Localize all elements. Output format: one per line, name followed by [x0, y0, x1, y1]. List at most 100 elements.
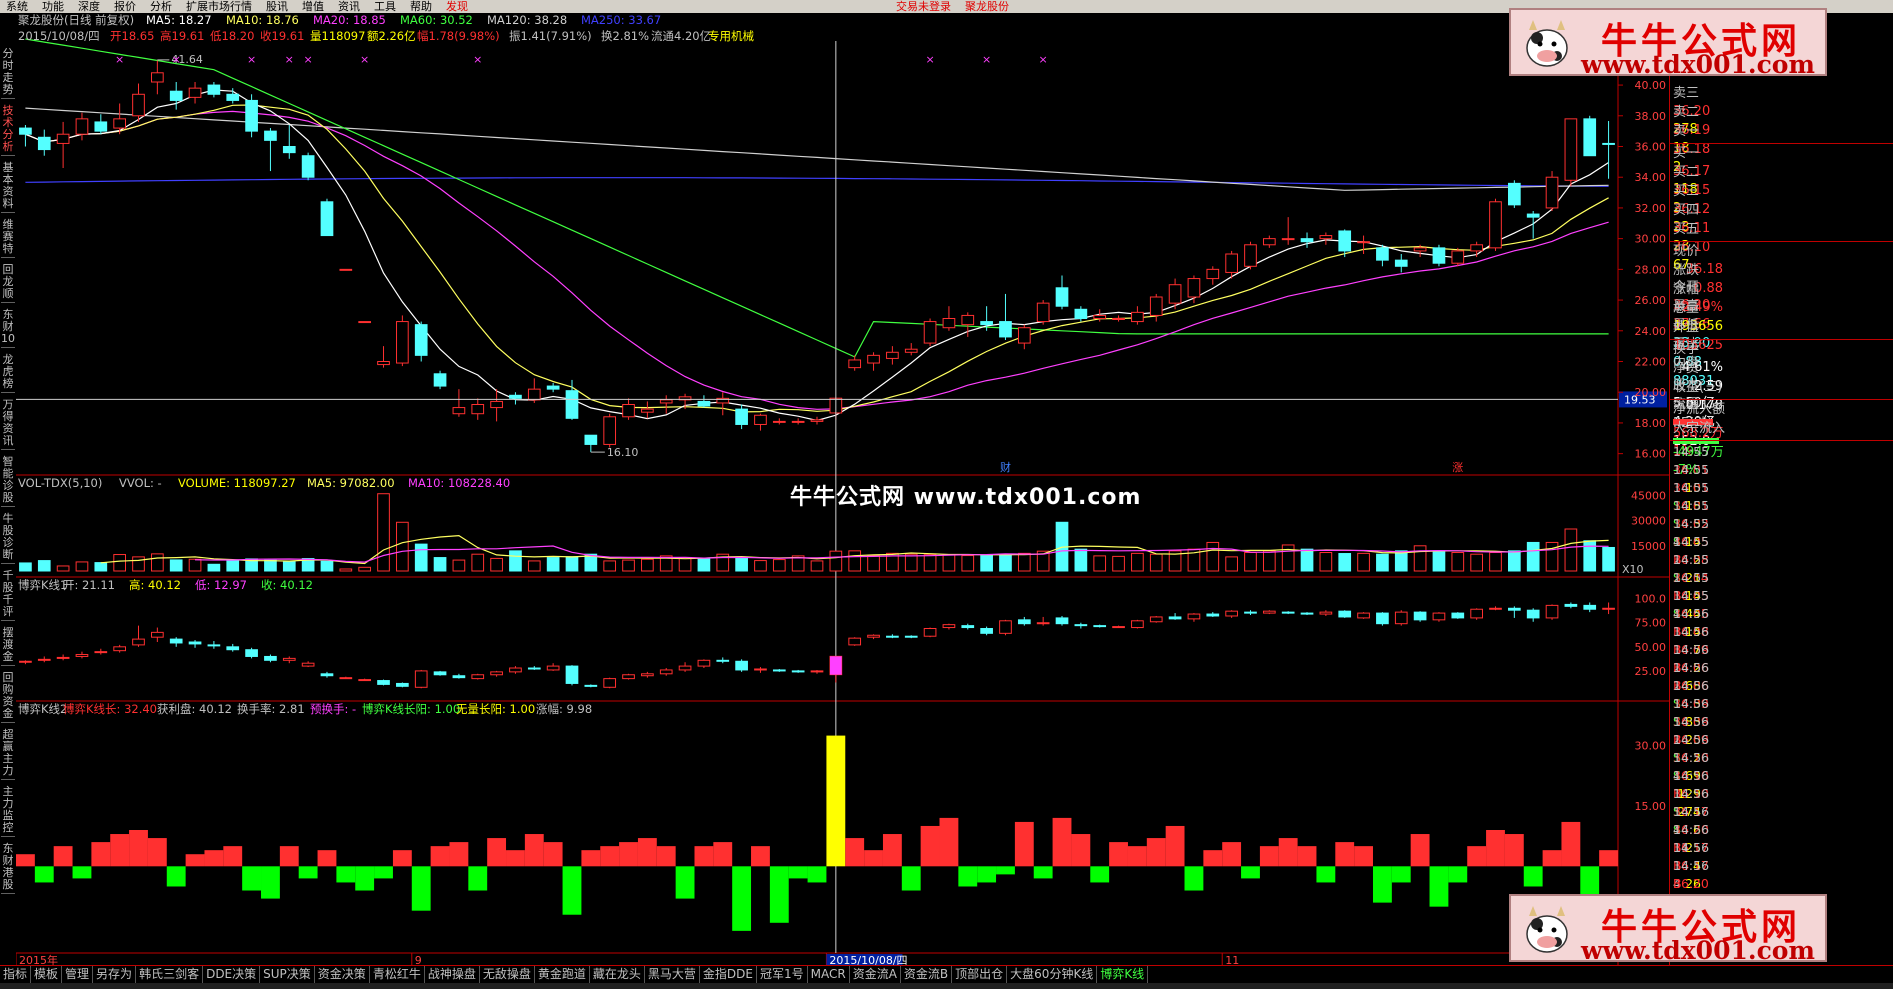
k2-bar: [769, 866, 789, 923]
bottom-tab[interactable]: 模板: [31, 966, 63, 983]
left-tab[interactable]: 摆渡金: [1, 627, 15, 666]
k2-bar: [336, 866, 356, 883]
candle-body: [1526, 213, 1540, 218]
left-tab[interactable]: 智能诊股: [1, 456, 15, 507]
k2-bar: [468, 866, 488, 891]
bar-info-label: 开18.65: [110, 29, 154, 43]
k2-legend-label: 涨幅: 9.98: [536, 702, 592, 716]
menu-item[interactable]: 工具: [374, 0, 396, 13]
menu-item[interactable]: 深度: [78, 0, 100, 13]
bid-row[interactable]: 买二 36.15 2: [1673, 164, 1891, 216]
tick-row: 14:56 36.09 83 B 5: [1673, 677, 1891, 765]
bottom-tab[interactable]: 大盘60分钟K线: [1007, 966, 1098, 983]
bottom-tab[interactable]: 黑马大营: [645, 966, 700, 983]
ask-row[interactable]: 卖三 36.20 278: [1673, 85, 1891, 137]
bottom-tab[interactable]: MACR: [808, 966, 850, 983]
candle-body: [1451, 612, 1465, 619]
left-tab[interactable]: 千股千评: [1, 570, 15, 621]
menu-item[interactable]: 资讯: [338, 0, 360, 13]
bottom-tab[interactable]: 资金流A: [850, 966, 901, 983]
tick-row: 14:55 36.05 2 S 1: [1673, 515, 1891, 603]
menu-item[interactable]: 系统: [6, 0, 28, 13]
menu-item[interactable]: 扩展市场行情: [186, 0, 252, 13]
candle-body: [1300, 612, 1314, 615]
left-tab[interactable]: 主力监控: [1, 786, 15, 837]
tick-time: 14:55: [1673, 570, 1710, 585]
left-tab[interactable]: 回购资金: [1, 672, 15, 723]
bottom-tab[interactable]: SUP决策: [260, 966, 315, 983]
candle-body: [1357, 241, 1370, 244]
bar-info-label: 低18.20: [210, 29, 254, 43]
candle-body: [1394, 611, 1408, 625]
bottom-tab[interactable]: 另存为: [93, 966, 137, 983]
bottom-tab[interactable]: 韩氏三剑客: [136, 966, 204, 983]
bid-row[interactable]: 买三 36.12 23: [1673, 183, 1891, 235]
menu-item[interactable]: 分析: [150, 0, 172, 13]
left-tab[interactable]: 分时走势: [1, 48, 15, 99]
bottom-tab[interactable]: 博弈K线: [1097, 966, 1149, 983]
bottom-tab[interactable]: 黄金跑道: [535, 966, 590, 983]
left-tab[interactable]: 基本资料: [1, 162, 15, 213]
bottom-tab[interactable]: 战神操盘: [425, 966, 480, 983]
menu-item[interactable]: 发现: [446, 0, 468, 13]
left-tab[interactable]: 牛股诊断: [1, 513, 15, 564]
bid-row[interactable]: 买四 36.11 23: [1673, 202, 1891, 254]
tick-time: 14:56: [1673, 606, 1710, 621]
bottom-tab[interactable]: 冠军1号: [757, 966, 808, 983]
left-tab[interactable]: 回龙顺: [1, 264, 15, 303]
bottom-tab[interactable]: 管理: [62, 966, 94, 983]
candle-body: [1149, 616, 1163, 623]
bottom-tab[interactable]: 青松红牛: [370, 966, 425, 983]
bottom-tab[interactable]: 资金决策: [315, 966, 370, 983]
bottom-tab[interactable]: 无敌操盘: [480, 966, 535, 983]
bottom-tab[interactable]: 资金流B: [901, 966, 953, 983]
center-watermark: 牛牛公式网 www.tdx001.com: [790, 485, 1142, 510]
left-tab[interactable]: 超赢主力: [1, 729, 15, 780]
k2-legend-label: 预换手: -: [310, 702, 356, 716]
bid-row[interactable]: 买五 36.10 67: [1673, 221, 1891, 273]
volume-legend-label: MA5: 97082.00: [307, 476, 395, 490]
k2-legend-label: 换手率: 2.81: [237, 702, 305, 716]
menu-item[interactable]: 帮助: [410, 0, 432, 13]
candle-body: [151, 631, 164, 638]
bottom-tab[interactable]: DDE决策: [203, 966, 261, 983]
bid-row[interactable]: 买一 36.17 118: [1673, 145, 1891, 197]
candle-body: [433, 373, 447, 387]
stat-row: 换手 4.61% 股本 5.50亿: [1673, 341, 1891, 411]
left-tab[interactable]: 龙虎榜: [1, 354, 15, 393]
candle-body: [1262, 238, 1276, 246]
candle-body: [1432, 247, 1446, 264]
menu-item[interactable]: 增值: [302, 0, 324, 13]
menu-item[interactable]: 股讯: [266, 0, 288, 13]
tick-row: 14:55 36.02 14 B 2: [1673, 497, 1891, 585]
k2-bar: [166, 866, 186, 887]
k2-bar: [845, 838, 865, 867]
bottom-tab[interactable]: 藏在龙头: [590, 966, 645, 983]
k2-bar: [1599, 850, 1618, 867]
candle-body: [659, 669, 673, 675]
left-tab[interactable]: 东财港股: [1, 843, 15, 894]
event-marker: ×: [115, 53, 124, 66]
candle-body: [546, 385, 560, 390]
bottom-tab[interactable]: 指标: [0, 966, 32, 983]
left-tab[interactable]: 东财10: [1, 309, 15, 348]
quote-label: 买四: [1673, 203, 1700, 218]
ask-row[interactable]: 卖二 36.19 18: [1673, 104, 1891, 156]
candle-body: [1489, 607, 1502, 610]
bottom-tab[interactable]: 金指DDE: [700, 966, 757, 983]
k2-bar: [72, 866, 92, 879]
ask-row[interactable]: 卖一 36.18 2: [1673, 123, 1891, 175]
left-tab[interactable]: 万得资讯: [1, 399, 15, 450]
left-tab[interactable]: 维赛特: [1, 219, 15, 258]
candle-body: [848, 637, 862, 646]
tick-row: 14:55 36.08 21 B 4: [1673, 533, 1891, 621]
candle-body: [867, 354, 880, 364]
menu-item[interactable]: 报价: [114, 0, 136, 13]
bottom-tab[interactable]: 顶部出仓: [952, 966, 1008, 983]
event-marker: ×: [925, 53, 934, 66]
left-tab[interactable]: 技术分析: [1, 105, 15, 156]
tick-row: 14:56 36.09 20 S 4: [1673, 695, 1891, 783]
candle-body: [999, 321, 1012, 338]
k2-bar: [1109, 842, 1128, 867]
menu-item[interactable]: 功能: [42, 0, 64, 13]
